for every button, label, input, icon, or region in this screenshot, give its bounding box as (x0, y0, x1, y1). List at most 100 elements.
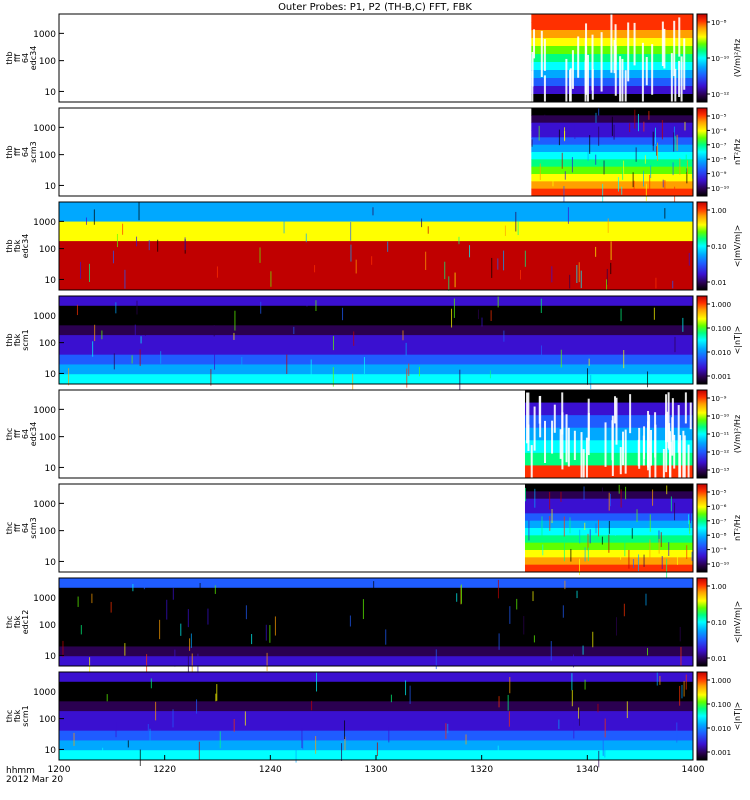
spectrogram-streak (122, 223, 124, 235)
spectrogram-streak (362, 599, 364, 620)
spectrogram-streak (661, 120, 663, 140)
spectrogram-streak (533, 406, 536, 451)
spectrogram-streak (590, 374, 592, 390)
spectrogram-streak (551, 509, 553, 524)
spectrogram-streak (509, 606, 511, 624)
spectrogram-streak (234, 310, 236, 331)
spectrogram-band (524, 557, 693, 566)
spectrogram-streak (628, 549, 630, 569)
colorbar-tick-label: 0.10 (711, 619, 727, 627)
spectrogram-streak (573, 720, 575, 739)
spectrogram-streak (547, 258, 549, 274)
spectrogram-streak (561, 412, 564, 470)
spectrogram-streak (637, 113, 639, 132)
spectrogram-streak (604, 743, 606, 758)
spectrogram-streak (558, 719, 560, 729)
spectrogram-streak (564, 580, 566, 590)
spectrogram-streak (576, 590, 578, 599)
spectrogram-streak (609, 493, 611, 507)
spectrogram-streak (664, 208, 666, 219)
spectrogram-streak (682, 317, 684, 332)
spectrogram-streak (433, 609, 435, 622)
spectrogram-streak (608, 492, 610, 511)
spectrogram-streak (136, 300, 138, 315)
spectrogram-streak (540, 298, 542, 313)
spectrogram-streak (656, 672, 658, 686)
spectrogram-streak (578, 558, 580, 576)
spectrogram-streak (116, 233, 118, 248)
spectrogram-streak (610, 14, 613, 73)
spectrogram-streak (580, 432, 583, 485)
spectrogram-streak (645, 593, 647, 606)
spectrogram-streak (664, 180, 666, 197)
spectrogram-streak (259, 247, 261, 263)
spectrogram-streak (241, 356, 243, 373)
spectrogram-streak (363, 357, 365, 374)
y-tick-label: 1000 (33, 124, 56, 134)
spectrogram-streak (672, 162, 674, 176)
spectrogram-streak (635, 147, 637, 162)
spectrogram-streak (539, 395, 542, 438)
spectrogram-streak (301, 728, 303, 748)
colorbar (696, 295, 708, 385)
spectrogram-streak (653, 307, 655, 320)
colorbar-tick-label: 10⁻¹¹ (711, 431, 729, 439)
spectrogram-band (59, 597, 693, 608)
spectrogram-streak (621, 186, 623, 195)
spectrogram-streak (633, 22, 636, 66)
y-tick-label: 100 (39, 433, 56, 443)
spectrogram-band (59, 354, 693, 365)
spectrogram-streak (131, 355, 133, 364)
spectrogram-streak (553, 404, 556, 433)
spectrogram-streak (620, 308, 622, 322)
spectrogram-streak (80, 625, 82, 635)
spectrogram-streak (672, 280, 674, 289)
spectrogram-band (524, 484, 693, 492)
spectrogram-streak (315, 300, 317, 311)
colorbar-tick-label: 10⁻¹² (711, 91, 729, 99)
spectrogram-streak (618, 484, 620, 494)
spectrogram-streak (353, 331, 355, 346)
colorbar-tick-label: 10⁻¹⁰ (711, 413, 729, 421)
spectrogram-streak (216, 684, 218, 701)
spectrogram-streak (563, 516, 565, 537)
spectrogram-streak (686, 160, 688, 176)
spectrogram-streak (619, 56, 622, 105)
spectrogram-streak (585, 437, 588, 488)
spectrogram-band (531, 144, 693, 153)
spectrogram-streak (595, 154, 597, 165)
y-tick-label: 100 (39, 715, 56, 725)
spectrogram-streak (112, 250, 114, 264)
spectrogram-streak (647, 371, 649, 388)
spectrogram-streak (620, 550, 622, 560)
spectrogram-streak (543, 39, 546, 71)
spectrogram-streak (571, 157, 573, 173)
spectrogram-streak (666, 485, 668, 495)
spectrogram-streak (166, 599, 168, 620)
spectrogram-streak (685, 674, 687, 690)
spectrogram-streak (665, 394, 668, 443)
spectrogram-band (531, 166, 693, 175)
y-tick-label: 1000 (33, 30, 56, 40)
colorbar-label: <|nT|> (733, 702, 742, 731)
spectrogram-streak (629, 394, 632, 434)
spectrogram-streak (390, 694, 392, 703)
spectrogram-streak (310, 359, 312, 378)
spectrogram-streak (678, 17, 681, 57)
spectrogram-streak (622, 431, 625, 466)
spectrogram-streak (601, 487, 603, 498)
spectrogram-streak (656, 146, 658, 156)
spectrogram-streak (477, 309, 479, 320)
spectrogram-streak (139, 749, 141, 766)
spectrogram-streak (191, 653, 193, 672)
spectrogram-streak (406, 368, 408, 388)
spectrogram-streak (643, 554, 645, 567)
y-tick-label: 1000 (33, 688, 56, 698)
spectrogram-streak (569, 517, 571, 534)
spectrogram-band (59, 202, 693, 213)
spectrogram-streak (251, 634, 253, 645)
colorbar-tick-label: 10⁻¹³ (711, 467, 729, 475)
spectrogram-streak (146, 654, 148, 674)
colorbar (696, 13, 708, 103)
spectrogram-streak (174, 649, 176, 667)
